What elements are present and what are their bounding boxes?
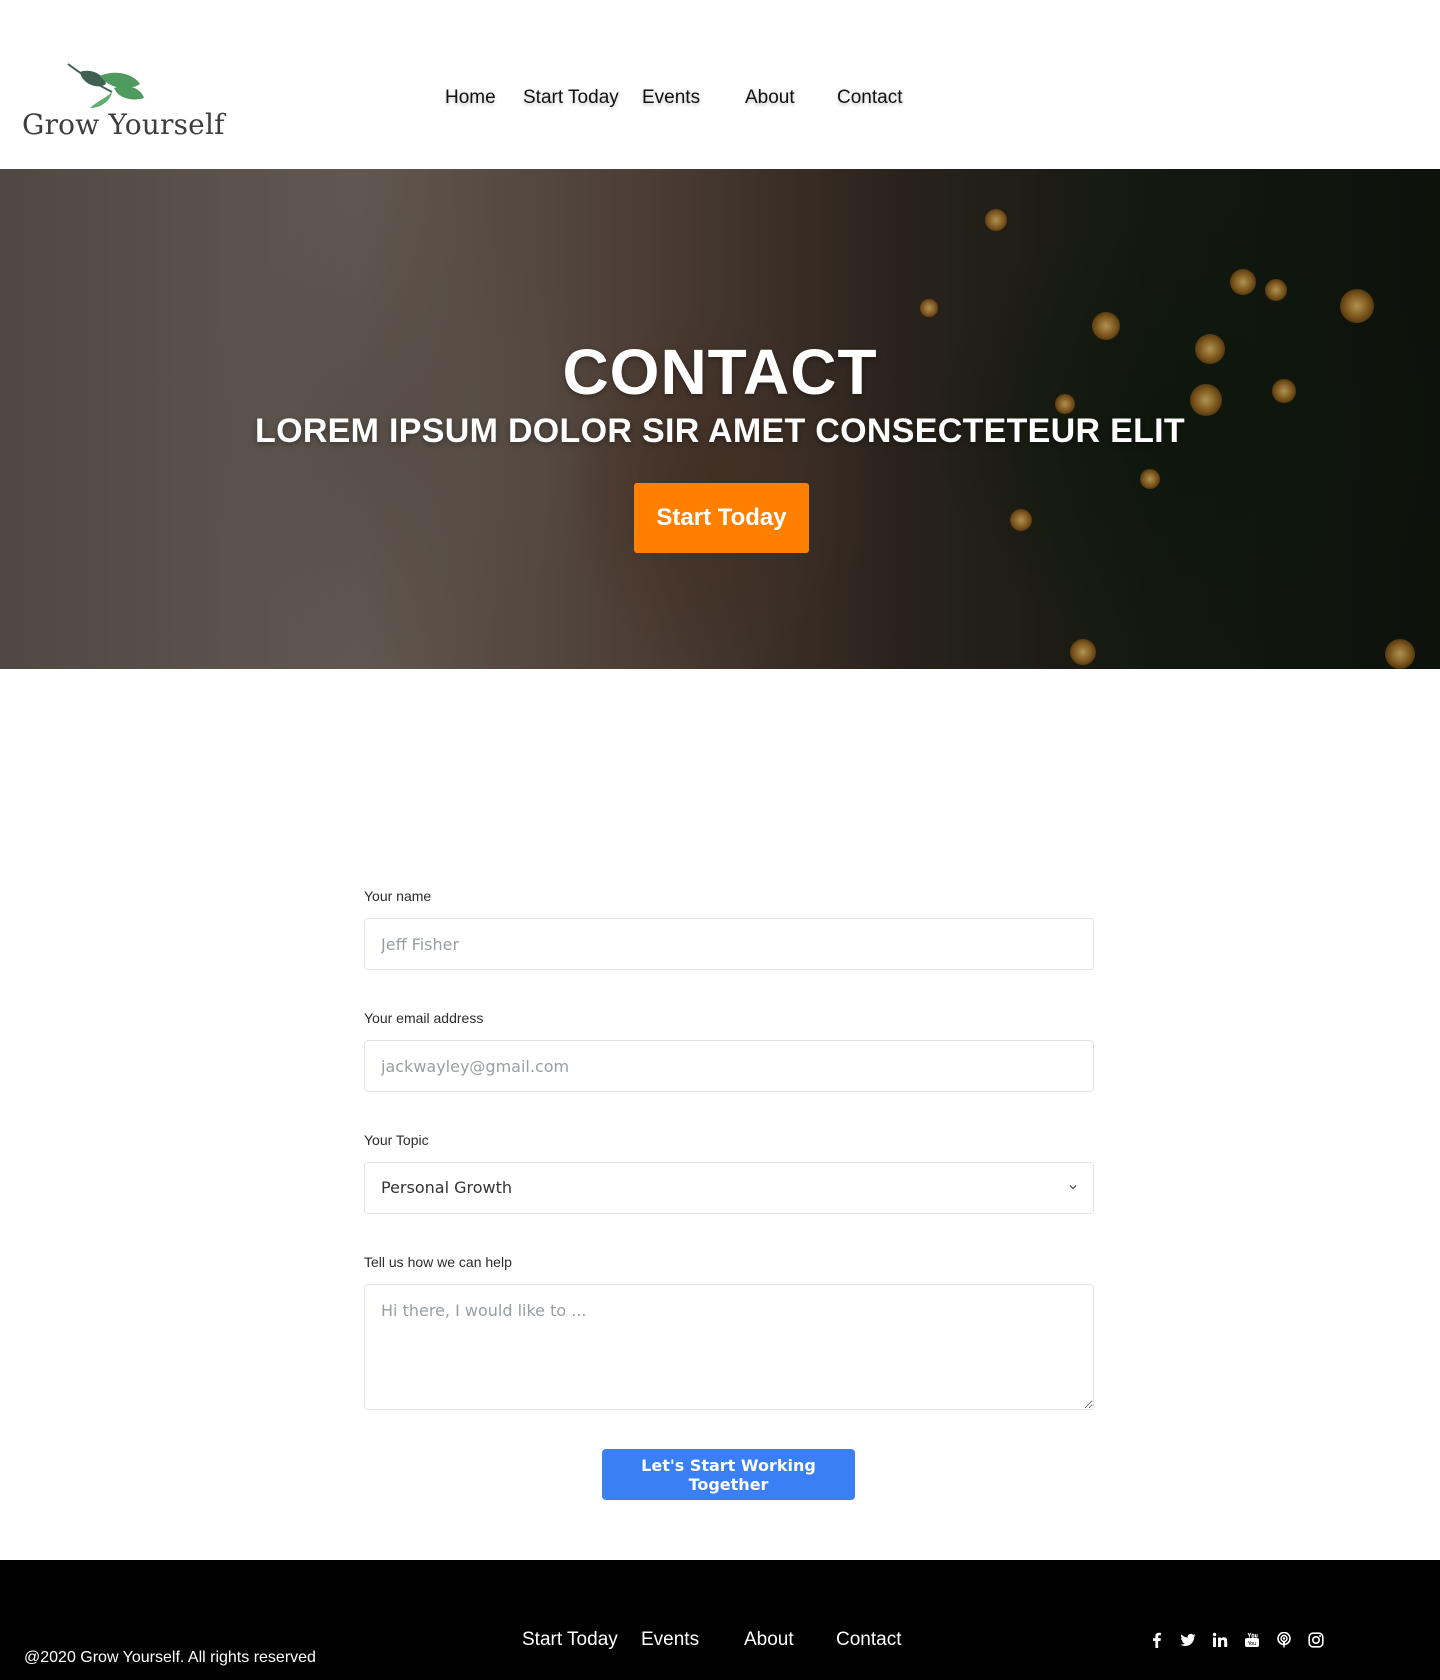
start-today-button[interactable]: Start Today — [634, 483, 809, 553]
facebook-icon[interactable] — [1148, 1631, 1166, 1649]
topic-label: Your Topic — [364, 1132, 429, 1148]
copyright-text: @2020 Grow Yourself. All rights reserved — [24, 1649, 316, 1666]
name-label: Your name — [364, 888, 432, 904]
message-textarea[interactable] — [364, 1284, 1094, 1410]
nav-item-contact[interactable]: Contact — [837, 87, 902, 109]
email-field-group: Your email address — [364, 1010, 1094, 1092]
site-footer: @2020 Grow Yourself. All rights reserved… — [0, 1560, 1440, 1680]
svg-text:You: You — [1247, 1641, 1257, 1647]
instagram-icon[interactable] — [1307, 1631, 1325, 1649]
name-field-group: Your name — [364, 888, 1094, 970]
podcast-icon[interactable] — [1275, 1631, 1293, 1649]
footer-nav-about[interactable]: About — [744, 1629, 794, 1651]
hero-title: CONTACT — [562, 336, 878, 408]
chevron-down-icon — [1069, 1185, 1077, 1190]
main-nav: Home Start Today Events About Contact — [0, 87, 1440, 113]
footer-nav-events[interactable]: Events — [641, 1629, 699, 1651]
hero-subtitle: LOREM IPSUM DOLOR SIR AMET CONSECTETEUR … — [255, 412, 1185, 450]
twitter-icon[interactable] — [1179, 1631, 1197, 1649]
name-input[interactable] — [364, 918, 1094, 970]
email-input[interactable] — [364, 1040, 1094, 1092]
email-label: Your email address — [364, 1010, 484, 1026]
message-field-group: Tell us how we can help — [364, 1254, 1094, 1415]
topic-selected-value: Personal Growth — [381, 1178, 513, 1197]
hero-banner: CONTACT LOREM IPSUM DOLOR SIR AMET CONSE… — [0, 169, 1440, 669]
youtube-icon[interactable]: You — [1243, 1631, 1261, 1649]
nav-item-events[interactable]: Events — [642, 87, 700, 109]
submit-button[interactable]: Let's Start Working Together — [602, 1449, 855, 1500]
nav-item-about[interactable]: About — [745, 87, 795, 109]
footer-nav-contact[interactable]: Contact — [836, 1629, 901, 1651]
nav-item-home[interactable]: Home — [445, 87, 496, 109]
site-header: Grow Yourself Home Start Today Events Ab… — [0, 0, 1440, 169]
footer-nav-start-today[interactable]: Start Today — [522, 1629, 618, 1651]
contact-form: Your name Your email address Your Topic … — [364, 888, 1094, 1455]
linkedin-icon[interactable] — [1211, 1631, 1229, 1649]
nav-item-start-today[interactable]: Start Today — [523, 87, 619, 109]
message-label: Tell us how we can help — [364, 1254, 512, 1270]
topic-select[interactable]: Personal Growth — [364, 1162, 1094, 1214]
topic-field-group: Your Topic Personal Growth — [364, 1132, 1094, 1214]
